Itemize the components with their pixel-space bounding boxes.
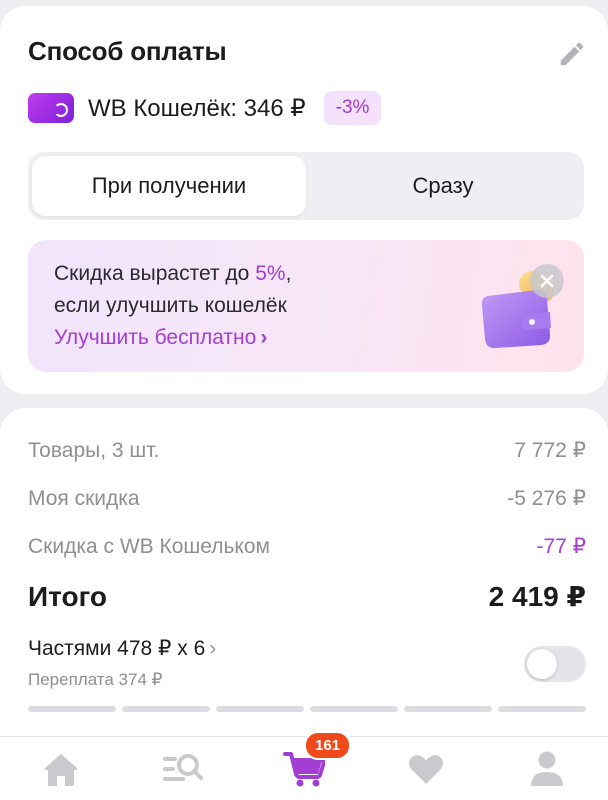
wallet-balance-label: WB Кошелёк: 346 ₽ [88,94,306,122]
wallet-balance-row[interactable]: WB Кошелёк: 346 ₽ -3% [28,90,382,126]
total-value: 2 419 ₽ [488,581,586,612]
schedule-bar [216,706,304,712]
order-summary-card: Товары, 3 шт. 7 772 ₽ Моя скидка -5 276 … [0,408,608,748]
schedule-bar [404,706,492,712]
chevron-right-icon: › [209,637,217,660]
chevron-right-icon: › [260,326,268,349]
catalog-search-icon [163,753,204,781]
home-icon [44,753,78,786]
promo-text-line-1: Скидка вырастет до 5%, [54,262,292,285]
profile-icon [531,751,564,786]
summary-row-value: 7 772 ₽ [514,439,586,462]
schedule-bar [498,706,586,712]
promo-accent-percent: 5% [255,262,286,285]
nav-favorites[interactable] [396,741,456,797]
wallet-icon [28,93,74,123]
promo-text-line-2: если улучшить кошелёк [54,294,287,317]
nav-home[interactable] [31,741,91,797]
total-label: Итого [28,581,107,612]
schedule-bar [310,706,398,712]
promo-close-button[interactable] [530,264,564,298]
tab-pay-now[interactable]: Сразу [306,156,580,216]
payment-method-card: Способ оплаты WB Кошелёк: 346 ₽ -3% При … [0,6,608,394]
bottom-navigation: 161 [0,730,608,800]
schedule-bar [28,706,116,712]
cart-count-badge: 161 [303,730,352,760]
toggle-knob [527,649,557,679]
summary-row-wallet-discount: Скидка с WB Кошельком -77 ₽ [28,534,586,559]
nav-profile[interactable] [517,741,577,797]
summary-row-value: -77 ₽ [536,535,586,558]
edit-payment-button[interactable] [554,36,590,72]
pencil-icon [560,42,584,66]
payment-method-title: Способ оплаты [28,36,227,66]
summary-row-items: Товары, 3 шт. 7 772 ₽ [28,438,586,463]
wallet-discount-badge: -3% [323,91,382,125]
upgrade-free-link[interactable]: Улучшить бесплатно › [54,326,267,350]
summary-row-label: Моя скидка [28,487,140,510]
nav-cart[interactable]: 161 [274,730,352,797]
installments-overpay: Переплата 374 ₽ [28,670,163,689]
nav-catalog[interactable] [152,741,212,797]
summary-row-discount: Моя скидка -5 276 ₽ [28,486,586,511]
installments-link[interactable]: Частями 478 ₽ х 6 › [28,636,216,661]
installments-toggle[interactable] [524,646,586,682]
summary-total-row: Итого 2 419 ₽ [28,580,586,613]
summary-row-label: Скидка с WB Кошельком [28,535,270,558]
tab-on-delivery[interactable]: При получении [32,156,306,216]
summary-row-label: Товары, 3 шт. [28,439,160,462]
close-icon [540,274,554,288]
schedule-bar [122,706,210,712]
payment-timing-toggle: При получении Сразу [28,152,584,220]
summary-row-value: -5 276 ₽ [507,487,586,510]
heart-icon [408,754,443,784]
wallet-upgrade-banner[interactable]: Скидка вырастет до 5%, если улучшить кош… [28,240,584,372]
installments-schedule-bars [28,706,586,712]
